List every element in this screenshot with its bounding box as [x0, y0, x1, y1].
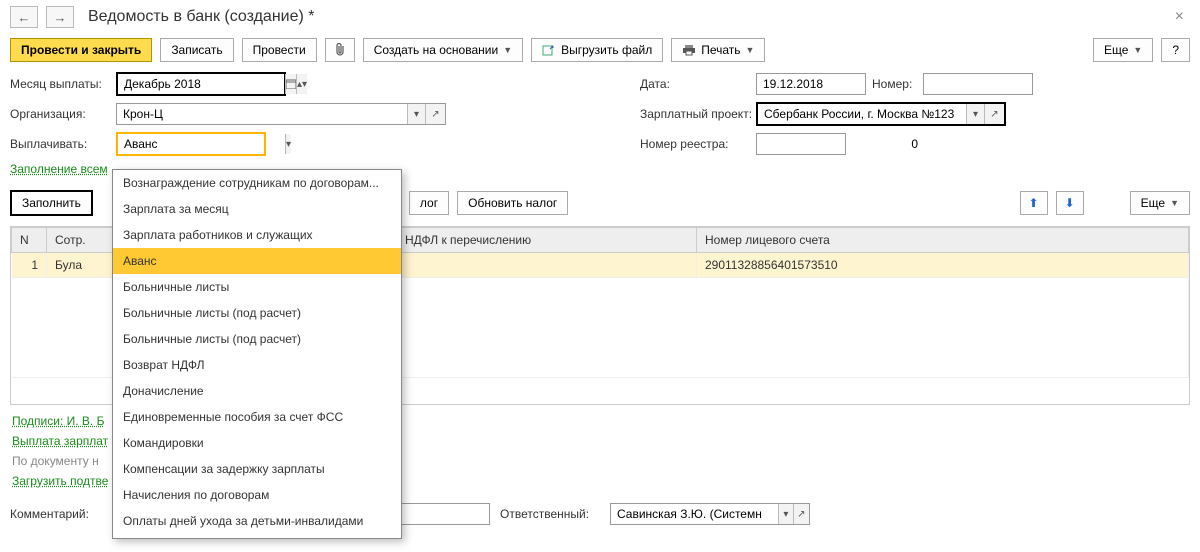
- save-button[interactable]: Записать: [160, 38, 233, 62]
- dropdown-item[interactable]: Аванс: [113, 248, 401, 274]
- org-label: Организация:: [10, 107, 110, 121]
- print-button[interactable]: Печать ▼: [671, 38, 765, 62]
- chevron-down-icon: ▼: [746, 45, 755, 55]
- table-more-label: Еще: [1141, 196, 1165, 210]
- chevron-down-icon[interactable]: ▾: [407, 104, 425, 124]
- pay-select[interactable]: ▾: [116, 132, 266, 156]
- dropdown-item[interactable]: Отпуска: [113, 534, 401, 539]
- cell-account[interactable]: 29011328856401573510: [697, 253, 1189, 278]
- registry-input-wrap[interactable]: [756, 133, 846, 155]
- chevron-down-icon[interactable]: ▾: [285, 134, 291, 154]
- fill-button[interactable]: Заполнить: [10, 190, 93, 216]
- update-tax-button[interactable]: Обновить налог: [457, 191, 568, 215]
- dropdown-item[interactable]: Больничные листы (под расчет): [113, 300, 401, 326]
- export-icon: [542, 44, 556, 56]
- chevron-down-icon: ▼: [1133, 45, 1142, 55]
- responsible-input-wrap[interactable]: ▾ ↗: [610, 503, 810, 525]
- table-more-button[interactable]: Еще ▼: [1130, 191, 1190, 215]
- dropdown-item[interactable]: Возврат НДФЛ: [113, 352, 401, 378]
- month-input-wrap[interactable]: ▴▾: [116, 72, 286, 96]
- project-label: Зарплатный проект:: [640, 107, 750, 121]
- more-button[interactable]: Еще ▼: [1093, 38, 1153, 62]
- page-title: Ведомость в банк (создание) *: [82, 8, 1161, 26]
- printer-icon: [682, 44, 696, 56]
- dropdown-item[interactable]: Начисления по договорам: [113, 482, 401, 508]
- month-label: Месяц выплаты:: [10, 77, 110, 91]
- pay-type-dropdown[interactable]: Вознаграждение сотрудникам по договорам.…: [112, 169, 402, 539]
- org-input[interactable]: [117, 104, 407, 124]
- dropdown-item[interactable]: Зарплата работников и служащих: [113, 222, 401, 248]
- comment-label: Комментарий:: [10, 507, 110, 521]
- nav-forward-button[interactable]: →: [46, 6, 74, 28]
- cell-employee[interactable]: Була: [47, 253, 117, 278]
- more-label: Еще: [1104, 43, 1128, 57]
- move-down-button[interactable]: ⬇: [1056, 191, 1084, 215]
- chevron-down-icon: ▼: [1170, 198, 1179, 208]
- help-button[interactable]: ?: [1161, 38, 1190, 62]
- number-input-wrap[interactable]: [923, 73, 1033, 95]
- signatures-link[interactable]: Подписи: И. В. Б: [12, 414, 104, 428]
- registry-input[interactable]: [757, 134, 924, 154]
- number-label: Номер:: [872, 77, 917, 91]
- col-employee[interactable]: Сотр.: [47, 228, 117, 253]
- attach-button[interactable]: [325, 38, 355, 62]
- number-input[interactable]: [924, 74, 1091, 94]
- col-tax[interactable]: НДФЛ к перечислению: [397, 228, 697, 253]
- dropdown-item[interactable]: Больничные листы (под расчет): [113, 326, 401, 352]
- nav-back-button[interactable]: ←: [10, 6, 38, 28]
- close-icon[interactable]: ×: [1169, 8, 1190, 26]
- col-account[interactable]: Номер лицевого счета: [697, 228, 1189, 253]
- fill-all-link[interactable]: Заполнение всем: [10, 162, 108, 176]
- log-button[interactable]: лог: [409, 191, 449, 215]
- move-up-button[interactable]: ⬆: [1020, 191, 1048, 215]
- date-input-wrap[interactable]: [756, 73, 866, 95]
- chevron-down-icon[interactable]: ▾: [778, 504, 793, 524]
- payout-link[interactable]: Выплата зарплат: [12, 434, 108, 448]
- dropdown-item[interactable]: Командировки: [113, 430, 401, 456]
- open-icon[interactable]: ↗: [425, 104, 445, 124]
- export-file-button[interactable]: Выгрузить файл: [531, 38, 663, 62]
- cell-n: 1: [12, 253, 47, 278]
- load-confirmation-link[interactable]: Загрузить подтве: [12, 474, 108, 488]
- calendar-icon[interactable]: [285, 74, 296, 94]
- date-label: Дата:: [640, 77, 750, 91]
- dropdown-item[interactable]: Больничные листы: [113, 274, 401, 300]
- responsible-label: Ответственный:: [500, 507, 600, 521]
- open-icon[interactable]: ↗: [984, 104, 1004, 124]
- project-input[interactable]: [758, 104, 966, 124]
- print-label: Печать: [701, 43, 740, 57]
- run-button[interactable]: Провести: [242, 38, 317, 62]
- responsible-input[interactable]: [611, 504, 778, 524]
- col-n[interactable]: N: [12, 228, 47, 253]
- project-input-wrap[interactable]: ▾ ↗: [756, 102, 1006, 126]
- run-and-close-button[interactable]: Провести и закрыть: [10, 38, 152, 62]
- paperclip-icon: [334, 43, 346, 57]
- create-based-label: Создать на основании: [374, 43, 499, 57]
- open-icon[interactable]: ↗: [793, 504, 809, 524]
- pay-input[interactable]: [118, 134, 285, 154]
- dropdown-item[interactable]: Компенсации за задержку зарплаты: [113, 456, 401, 482]
- dropdown-item[interactable]: Единовременные пособия за счет ФСС: [113, 404, 401, 430]
- dropdown-item[interactable]: Зарплата за месяц: [113, 196, 401, 222]
- dropdown-item[interactable]: Оплаты дней ухода за детьми-инвалидами: [113, 508, 401, 534]
- dropdown-item[interactable]: Доначисление: [113, 378, 401, 404]
- chevron-down-icon[interactable]: ▾: [966, 104, 984, 124]
- registry-label: Номер реестра:: [640, 137, 750, 151]
- org-input-wrap[interactable]: ▾ ↗: [116, 103, 446, 125]
- create-based-button[interactable]: Создать на основании ▼: [363, 38, 523, 62]
- month-input[interactable]: [118, 74, 285, 94]
- dropdown-item[interactable]: Вознаграждение сотрудникам по договорам.…: [113, 170, 401, 196]
- chevron-down-icon: ▼: [503, 45, 512, 55]
- stepper-icon[interactable]: ▴▾: [296, 74, 307, 94]
- pay-label: Выплачивать:: [10, 137, 110, 151]
- export-file-label: Выгрузить файл: [561, 43, 652, 57]
- cell-tax[interactable]: [397, 253, 697, 278]
